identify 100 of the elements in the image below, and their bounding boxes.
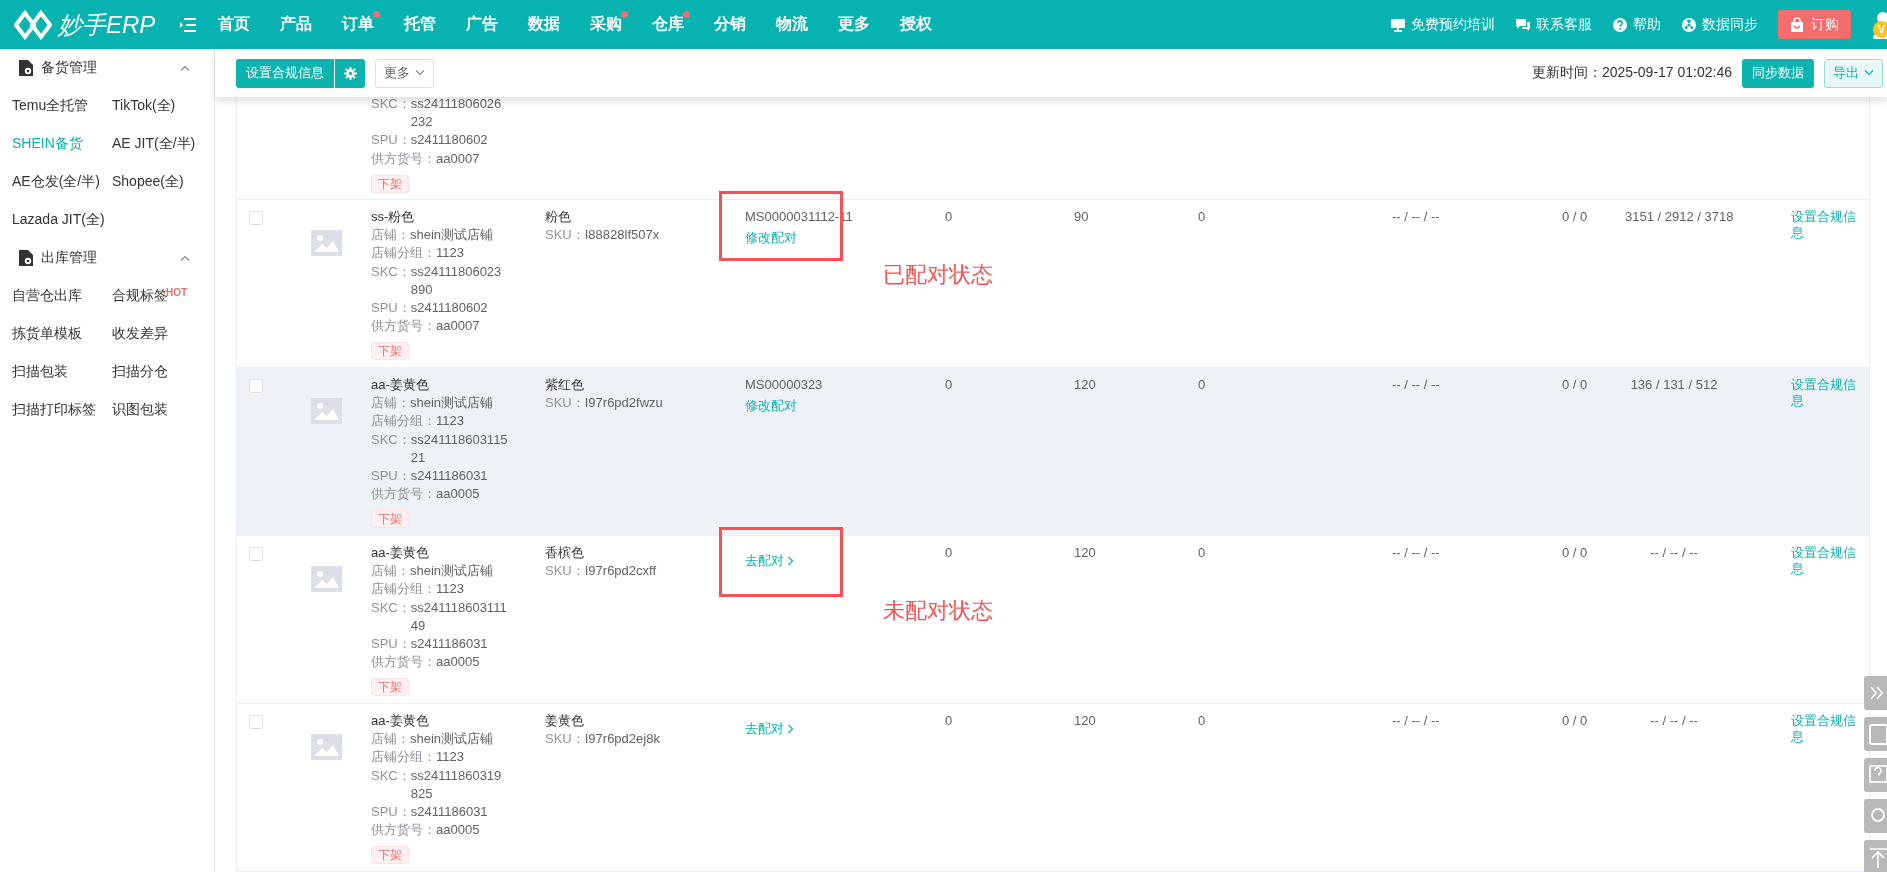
shopping-bag-icon [1790,16,1804,33]
nav-item[interactable]: 数据 [528,14,560,35]
nav-item[interactable]: 广告 [466,14,498,35]
table-cell: 0 [1198,713,1206,728]
export-dropdown[interactable]: 导出 [1824,58,1883,88]
edit-pairing-link[interactable]: 修改配对 [745,397,797,416]
compliance-link[interactable]: 设置合规信息 [1791,713,1859,745]
detail-line: 供方货号：aa0005 [371,485,481,504]
compliance-link[interactable]: 设置合规信息 [1791,545,1859,577]
nav-item[interactable]: 更多 [838,14,870,35]
sidebar-item[interactable]: 扫描分仓 [112,363,168,381]
detail-line: 供方货号：aa0007 [371,149,481,168]
table-cell: 0 [945,377,953,392]
image-placeholder-icon [311,230,342,256]
status-tag: 下架 [371,342,409,361]
header-link[interactable]: 联系客服 [1515,15,1592,34]
nav-item[interactable]: 托管 [404,14,436,35]
header-link[interactable]: 免费预约培训 [1390,15,1495,34]
nav-item[interactable]: 授权 [900,14,932,35]
table-cell: 0 [945,713,953,728]
row-checkbox[interactable] [249,211,263,225]
table-cell: 120 [1074,545,1096,560]
compliance-button[interactable]: 设置合规信息 [236,58,334,88]
help-box-icon[interactable] [1864,758,1887,792]
sidebar-item[interactable]: SHEIN备货 [12,135,83,153]
nav-item[interactable]: 产品 [280,14,312,35]
order-button[interactable]: 订购 [1778,10,1851,39]
detail-line: 店铺分组：1123 [371,748,465,767]
status-tag: 下架 [371,510,409,529]
compliance-link[interactable]: 设置合规信息 [1791,209,1859,241]
sidebar-item[interactable]: TikTok(全) [112,97,176,115]
header-link[interactable]: 数据同步 [1681,15,1758,34]
more-dropdown[interactable]: 更多 [375,58,434,88]
sidebar-item[interactable]: 拣货单模板 [12,325,82,343]
menu-icon[interactable] [180,17,196,32]
header-link[interactable]: 帮助 [1612,15,1661,34]
chat-icon [1515,16,1531,33]
upload-icon[interactable] [1864,840,1887,872]
pair-link[interactable]: 去配对 [745,720,794,739]
nav-item[interactable]: 首页 [218,14,250,35]
table-cell: -- / -- / -- [1392,209,1440,224]
update-time: 更新时间：2025-09-17 01:02:46 [1532,64,1732,82]
table-cell: -- / -- / -- [1650,713,1698,728]
table-cell: 0 [1198,377,1206,392]
detail-line: 供方货号：aa0005 [371,821,481,840]
detail-line: SPU：s2411186031 [371,635,489,653]
status-tag: 下架 [371,174,409,193]
table-cell: 120 [1074,713,1096,728]
sync-button[interactable]: 同步数据 [1742,58,1814,88]
sidebar-item[interactable]: 扫描打印标签 [12,401,96,419]
color-name: 粉色 [545,208,572,226]
table-cell: 120 [1074,377,1096,392]
nav-item[interactable]: 分销 [714,14,746,35]
nav-item[interactable]: 物流 [776,14,808,35]
row-checkbox[interactable] [249,547,263,561]
chevron-down-icon [1864,70,1874,76]
nav-item[interactable]: 仓库 [652,14,684,35]
sidebar-item[interactable]: 识图包装 [112,401,168,419]
sidebar-item[interactable]: Temu全托管 [12,97,89,115]
logo-text: 妙手ERP [58,9,156,40]
group-header[interactable]: 备货管理 [0,49,214,87]
detail-line: SPU：s2411186031 [371,467,489,485]
tablet-icon[interactable] [1864,717,1887,751]
detail-line: 店铺：shein测试店铺 [371,394,495,413]
annotation-label: 未配对状态 [883,598,993,624]
sidebar-item[interactable]: Lazada JIT(全) [12,211,105,229]
detail-line: SKU：I97r6pd2fwzu [545,394,664,413]
document-gear-icon [19,250,33,266]
settings-button[interactable] [334,58,365,88]
image-placeholder-icon [311,566,342,592]
sidebar-item[interactable]: AE仓发(全/半) [12,173,100,191]
sidebar-item[interactable]: 自营仓出库 [12,287,82,305]
row-checkbox[interactable] [249,379,263,393]
image-placeholder-icon [311,398,342,424]
color-name: 香槟色 [545,544,585,562]
double-chevron-icon[interactable] [1864,676,1887,710]
table-cell: 0 [945,209,953,224]
product-title: aa-姜黄色 [371,376,430,394]
edit-pairing-link[interactable]: 修改配对 [745,229,797,248]
table-cell: 90 [1074,209,1089,224]
hot-label: HOT [166,288,188,298]
sidebar-item[interactable]: 扫描包装 [12,363,68,381]
table-cell: -- / -- / -- [1650,545,1698,560]
sidebar-item[interactable]: 收发差异 [112,325,168,343]
search-icon[interactable] [1864,799,1887,833]
detail-line: 供方货号：aa0007 [371,317,481,336]
chevron-right-icon [788,724,794,735]
row-checkbox[interactable] [249,715,263,729]
compliance-link[interactable]: 设置合规信息 [1791,377,1859,409]
group-header[interactable]: 出库管理 [0,239,214,277]
table-cell: -- / -- / -- [1392,713,1440,728]
sidebar-item[interactable]: Shopee(全) [112,173,184,191]
table-cell: 136 / 131 / 512 [1630,377,1718,392]
nav-item[interactable]: 订单 [342,14,374,35]
pair-link[interactable]: 去配对 [745,552,794,571]
color-name: 姜黄色 [545,712,585,730]
table-cell: 0 [945,545,953,560]
nav-item[interactable]: 采购 [590,14,622,35]
product-title: aa-姜黄色 [371,544,430,562]
sidebar-item[interactable]: AE JIT(全/半) [112,135,196,153]
